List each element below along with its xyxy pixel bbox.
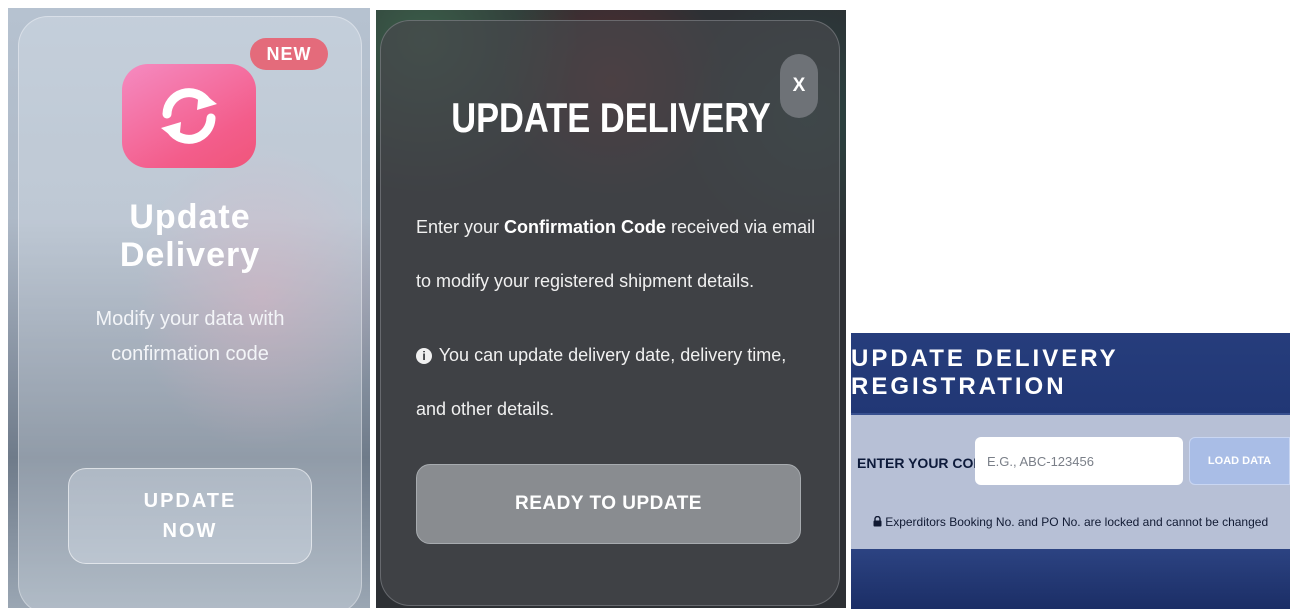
refresh-icon <box>161 88 217 144</box>
promo-title: Update Delivery <box>18 198 362 274</box>
update-delivery-modal-panel: X UPDATE DELIVERY Enter your Confirmatio… <box>376 10 846 608</box>
code-input[interactable] <box>975 437 1183 485</box>
modal-instructions: Enter your Confirmation Code received vi… <box>416 200 816 308</box>
update-now-button[interactable]: UPDATE NOW <box>68 468 312 564</box>
app-icon <box>122 64 256 168</box>
update-delivery-registration-panel: UPDATE DELIVERY REGISTRATION ENTER YOUR … <box>851 333 1290 609</box>
promo-subtitle: Modify your data with confirmation code <box>95 308 285 365</box>
registration-footer <box>851 549 1290 609</box>
load-data-button[interactable]: LOAD DATA <box>1189 437 1290 485</box>
update-now-line2: NOW <box>162 520 218 542</box>
update-now-line1: UPDATE <box>143 490 237 512</box>
info-text: You can update delivery date, delivery t… <box>416 345 787 419</box>
lock-icon <box>873 515 882 527</box>
info-icon: i <box>416 348 432 365</box>
registration-title: UPDATE DELIVERY REGISTRATION <box>851 333 1290 415</box>
locked-fields-note: Experditors Booking No. and PO No. are l… <box>851 515 1290 529</box>
ready-to-update-button[interactable]: READY TO UPDATE <box>416 464 801 544</box>
modal-title: UPDATE DELIVERY <box>451 94 771 141</box>
confirmation-code-emphasis: Confirmation Code <box>504 217 667 237</box>
update-delivery-promo-panel: NEW Update Delivery Modify your data wit… <box>8 8 370 608</box>
registration-form: ENTER YOUR CODE: LOAD DATA Experditors B… <box>851 415 1290 549</box>
promo-title-line2: Delivery <box>119 236 261 274</box>
locked-fields-text: Experditors Booking No. and PO No. are l… <box>885 515 1269 529</box>
new-badge: NEW <box>250 38 328 70</box>
instructions-text-start: Enter your <box>416 217 505 237</box>
promo-title-line1: Update <box>129 198 251 236</box>
modal-info-note: i You can update delivery date, delivery… <box>416 328 816 436</box>
